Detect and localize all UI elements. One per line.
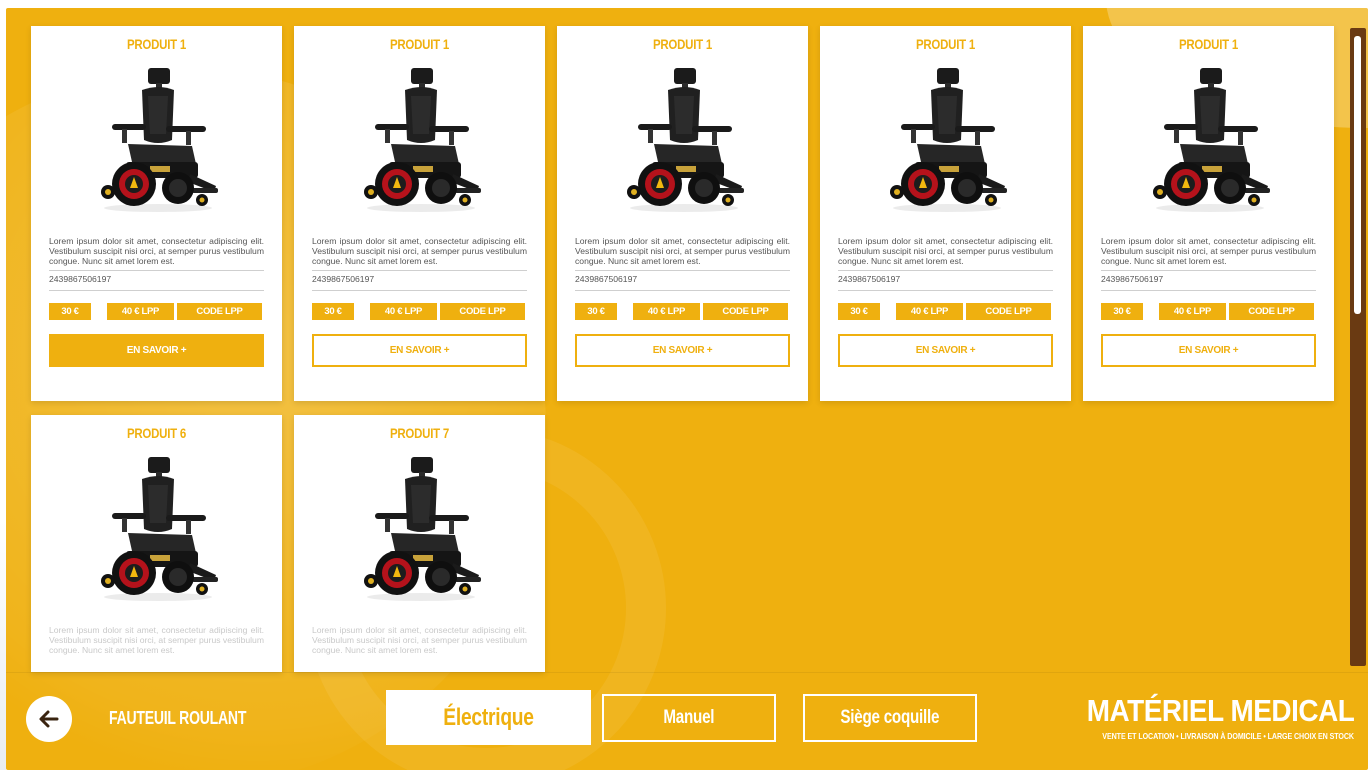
product-card[interactable]: PRODUIT 1 Lorem ipsum dolor sit amet, co… bbox=[294, 26, 545, 401]
product-card[interactable]: PRODUIT 1 Lorem ipsum dolor sit amet, co… bbox=[1083, 26, 1334, 401]
product-description: Lorem ipsum dolor sit amet, consectetur … bbox=[312, 236, 527, 266]
price-badge: 30 € bbox=[1101, 303, 1143, 320]
tab-electrique[interactable]: Électrique bbox=[386, 690, 591, 745]
product-reference: 2439867506197 bbox=[575, 274, 638, 284]
app-screen: PRODUIT 1 Lorem ipsum dolor sit amet, co… bbox=[0, 0, 1371, 774]
scrollbar[interactable] bbox=[1350, 28, 1366, 666]
divider bbox=[49, 290, 264, 291]
learn-more-button[interactable]: EN SAVOIR + bbox=[312, 334, 527, 367]
wheelchair-image bbox=[1152, 68, 1270, 212]
divider bbox=[312, 270, 527, 271]
lpp-badge: 40 € LPP bbox=[107, 303, 174, 320]
product-reference: 2439867506197 bbox=[49, 274, 112, 284]
lpp-badge: 40 € LPP bbox=[633, 303, 700, 320]
brand-logo: MATÉRIEL MEDICAL VENTE ET LOCATION • LIV… bbox=[1048, 693, 1354, 742]
product-card[interactable]: PRODUIT 6 Lorem ipsum dolor sit amet, co… bbox=[31, 415, 282, 672]
price-tags: 30 € 40 € LPP CODE LPP bbox=[312, 303, 527, 320]
footer-divider bbox=[6, 672, 1368, 673]
product-title: PRODUIT 6 bbox=[126, 425, 187, 441]
price-badge: 30 € bbox=[49, 303, 91, 320]
product-description: Lorem ipsum dolor sit amet, consectetur … bbox=[1101, 236, 1316, 266]
tab-manuel[interactable]: Manuel bbox=[602, 694, 776, 742]
product-description: Lorem ipsum dolor sit amet, consectetur … bbox=[49, 625, 264, 655]
price-tags: 30 € 40 € LPP CODE LPP bbox=[838, 303, 1053, 320]
code-lpp-badge: CODE LPP bbox=[966, 303, 1051, 320]
lpp-badge: 40 € LPP bbox=[896, 303, 963, 320]
product-title: PRODUIT 1 bbox=[1178, 36, 1239, 52]
learn-more-button[interactable]: EN SAVOIR + bbox=[838, 334, 1053, 367]
product-description: Lorem ipsum dolor sit amet, consectetur … bbox=[575, 236, 790, 266]
catalog-stage: PRODUIT 1 Lorem ipsum dolor sit amet, co… bbox=[6, 8, 1368, 770]
back-button[interactable] bbox=[26, 696, 72, 742]
product-card[interactable]: PRODUIT 7 Lorem ipsum dolor sit amet, co… bbox=[294, 415, 545, 672]
wheelchair-image bbox=[626, 68, 744, 212]
divider bbox=[575, 290, 790, 291]
wheelchair-image bbox=[100, 457, 218, 601]
price-tags: 30 € 40 € LPP CODE LPP bbox=[575, 303, 790, 320]
price-tags: 30 € 40 € LPP CODE LPP bbox=[49, 303, 264, 320]
divider bbox=[575, 270, 790, 271]
code-lpp-badge: CODE LPP bbox=[440, 303, 525, 320]
divider bbox=[49, 270, 264, 271]
product-title: PRODUIT 1 bbox=[126, 36, 187, 52]
product-reference: 2439867506197 bbox=[1101, 274, 1164, 284]
scrollbar-thumb[interactable] bbox=[1354, 36, 1361, 314]
arrow-left-icon bbox=[39, 710, 59, 728]
product-description: Lorem ipsum dolor sit amet, consectetur … bbox=[838, 236, 1053, 266]
product-card[interactable]: PRODUIT 1 Lorem ipsum dolor sit amet, co… bbox=[31, 26, 282, 401]
brand-name: MATÉRIEL MEDICAL bbox=[1086, 693, 1354, 728]
learn-more-button[interactable]: EN SAVOIR + bbox=[49, 334, 264, 367]
product-title: PRODUIT 1 bbox=[389, 36, 450, 52]
product-description: Lorem ipsum dolor sit amet, consectetur … bbox=[312, 625, 527, 655]
divider bbox=[1101, 270, 1316, 271]
wheelchair-image bbox=[363, 68, 481, 212]
product-title: PRODUIT 7 bbox=[389, 425, 450, 441]
price-badge: 30 € bbox=[575, 303, 617, 320]
product-card[interactable]: PRODUIT 1 Lorem ipsum dolor sit amet, co… bbox=[557, 26, 808, 401]
product-reference: 2439867506197 bbox=[838, 274, 901, 284]
wheelchair-image bbox=[100, 68, 218, 212]
product-title: PRODUIT 1 bbox=[915, 36, 976, 52]
section-title: FAUTEUIL ROULANT bbox=[109, 708, 247, 728]
divider bbox=[838, 270, 1053, 271]
learn-more-button[interactable]: EN SAVOIR + bbox=[1101, 334, 1316, 367]
wheelchair-image bbox=[889, 68, 1007, 212]
lpp-badge: 40 € LPP bbox=[370, 303, 437, 320]
product-reference: 2439867506197 bbox=[312, 274, 375, 284]
code-lpp-badge: CODE LPP bbox=[177, 303, 262, 320]
tab-label: Siège coquille bbox=[840, 707, 940, 728]
divider bbox=[838, 290, 1053, 291]
wheelchair-image bbox=[363, 457, 481, 601]
product-description: Lorem ipsum dolor sit amet, consectetur … bbox=[49, 236, 264, 266]
product-card[interactable]: PRODUIT 1 Lorem ipsum dolor sit amet, co… bbox=[820, 26, 1071, 401]
tab-label: Électrique bbox=[443, 703, 534, 731]
brand-tagline: VENTE ET LOCATION • LIVRAISON À DOMICILE… bbox=[1102, 731, 1354, 741]
lpp-badge: 40 € LPP bbox=[1159, 303, 1226, 320]
code-lpp-badge: CODE LPP bbox=[1229, 303, 1314, 320]
divider bbox=[312, 290, 527, 291]
tab-siege-coquille[interactable]: Siège coquille bbox=[803, 694, 977, 742]
tab-label: Manuel bbox=[663, 707, 715, 728]
price-tags: 30 € 40 € LPP CODE LPP bbox=[1101, 303, 1316, 320]
product-title: PRODUIT 1 bbox=[652, 36, 713, 52]
price-badge: 30 € bbox=[838, 303, 880, 320]
divider bbox=[1101, 290, 1316, 291]
code-lpp-badge: CODE LPP bbox=[703, 303, 788, 320]
learn-more-button[interactable]: EN SAVOIR + bbox=[575, 334, 790, 367]
price-badge: 30 € bbox=[312, 303, 354, 320]
